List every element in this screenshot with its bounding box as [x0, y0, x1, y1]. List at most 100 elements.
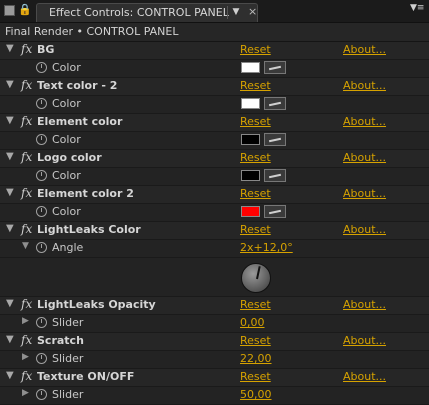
panel-menu-icon[interactable]: ▼≡ — [410, 3, 424, 13]
expand-triangle-icon[interactable]: ▼ — [6, 298, 14, 309]
effect-name: LightLeaks Color — [37, 223, 141, 236]
color-swatch[interactable] — [241, 206, 260, 217]
property-row: ▼ Angle 2x+12,0° — [0, 240, 429, 258]
expand-triangle-icon[interactable]: ▼ — [6, 187, 14, 198]
expand-triangle-icon[interactable]: ▼ — [22, 241, 29, 251]
breadcrumb-text: Final Render • CONTROL PANEL — [5, 25, 179, 38]
effect-name: Scratch — [37, 334, 84, 347]
reset-link[interactable]: Reset — [240, 115, 271, 128]
expand-triangle-icon[interactable]: ▼ — [6, 223, 14, 234]
fx-toggle-icon[interactable]: fx — [21, 150, 32, 164]
reset-link[interactable]: Reset — [240, 298, 271, 311]
stopwatch-icon[interactable] — [36, 170, 47, 181]
fx-toggle-icon[interactable]: fx — [21, 222, 32, 236]
effect-row: ▼ fx Texture ON/OFF Reset About... — [0, 369, 429, 387]
eyedropper-icon[interactable] — [264, 205, 286, 218]
expand-triangle-icon[interactable]: ▼ — [6, 115, 14, 126]
eyedropper-icon[interactable] — [264, 97, 286, 110]
fx-toggle-icon[interactable]: fx — [21, 114, 32, 128]
stopwatch-icon[interactable] — [36, 317, 47, 328]
stopwatch-icon[interactable] — [36, 62, 47, 73]
reset-link[interactable]: Reset — [240, 43, 271, 56]
effect-row: ▼ fx LightLeaks Opacity Reset About... — [0, 297, 429, 315]
stopwatch-icon[interactable] — [36, 134, 47, 145]
stopwatch-icon[interactable] — [36, 353, 47, 364]
property-name: Color — [52, 133, 81, 146]
effect-row: ▼ fx Element color Reset About... — [0, 114, 429, 132]
eyedropper-icon[interactable] — [264, 61, 286, 74]
lock-icon[interactable]: 🔒 — [18, 4, 32, 16]
about-link[interactable]: About... — [343, 115, 386, 128]
reset-link[interactable]: Reset — [240, 187, 271, 200]
fx-toggle-icon[interactable]: fx — [21, 78, 32, 92]
stopwatch-icon[interactable] — [36, 206, 47, 217]
reset-link[interactable]: Reset — [240, 79, 271, 92]
property-name: Slider — [52, 388, 84, 401]
property-row: ▶ Slider 22,00 — [0, 351, 429, 369]
effect-name: Logo color — [37, 151, 102, 164]
about-link[interactable]: About... — [343, 298, 386, 311]
collapse-triangle-icon[interactable]: ▶ — [22, 388, 29, 398]
effect-row: ▼ fx Text color - 2 Reset About... — [0, 78, 429, 96]
expand-triangle-icon[interactable]: ▼ — [6, 151, 14, 162]
about-link[interactable]: About... — [343, 370, 386, 383]
breadcrumb: Final Render • CONTROL PANEL — [0, 23, 429, 42]
property-row: Color — [0, 96, 429, 114]
about-link[interactable]: About... — [343, 79, 386, 92]
effect-name: Element color — [37, 115, 123, 128]
angle-dial-row — [0, 258, 429, 297]
collapse-triangle-icon[interactable]: ▶ — [22, 352, 29, 362]
effect-name: Texture ON/OFF — [37, 370, 135, 383]
tab-effect-controls[interactable]: Effect Controls: CONTROL PANEL ▼ × — [36, 3, 258, 22]
about-link[interactable]: About... — [343, 43, 386, 56]
fx-toggle-icon[interactable]: fx — [21, 333, 32, 347]
property-name: Slider — [52, 316, 84, 329]
reset-link[interactable]: Reset — [240, 334, 271, 347]
tab-close-icon[interactable]: × — [248, 5, 257, 18]
effect-name: Element color 2 — [37, 187, 134, 200]
property-name: Color — [52, 205, 81, 218]
property-name: Color — [52, 169, 81, 182]
fx-toggle-icon[interactable]: fx — [21, 369, 32, 383]
about-link[interactable]: About... — [343, 223, 386, 236]
fx-toggle-icon[interactable]: fx — [21, 42, 32, 56]
expand-triangle-icon[interactable]: ▼ — [6, 370, 14, 381]
tab-label: Effect Controls: CONTROL PANEL — [49, 6, 229, 19]
expand-triangle-icon[interactable]: ▼ — [6, 79, 14, 90]
property-name: Color — [52, 97, 81, 110]
expand-triangle-icon[interactable]: ▼ — [6, 43, 14, 54]
eyedropper-icon[interactable] — [264, 169, 286, 182]
effect-name: LightLeaks Opacity — [37, 298, 156, 311]
reset-link[interactable]: Reset — [240, 223, 271, 236]
about-link[interactable]: About... — [343, 187, 386, 200]
effect-row: ▼ fx Logo color Reset About... — [0, 150, 429, 168]
about-link[interactable]: About... — [343, 334, 386, 347]
color-swatch[interactable] — [241, 62, 260, 73]
eyedropper-icon[interactable] — [264, 133, 286, 146]
color-swatch[interactable] — [241, 98, 260, 109]
panel-tab-bar: 🔒 Effect Controls: CONTROL PANEL ▼ × ▼≡ — [0, 0, 429, 23]
angle-value[interactable]: 2x+12,0° — [240, 241, 293, 254]
reset-link[interactable]: Reset — [240, 370, 271, 383]
panel-close-box[interactable] — [4, 5, 15, 16]
effect-row: ▼ fx Element color 2 Reset About... — [0, 186, 429, 204]
stopwatch-icon[interactable] — [36, 98, 47, 109]
stopwatch-icon[interactable] — [36, 389, 47, 400]
tab-dropdown-icon[interactable]: ▼ — [227, 6, 244, 19]
slider-value[interactable]: 0,00 — [240, 316, 265, 329]
slider-value[interactable]: 50,00 — [240, 388, 272, 401]
angle-dial[interactable] — [241, 263, 271, 293]
stopwatch-icon[interactable] — [36, 242, 47, 253]
property-row: Color — [0, 168, 429, 186]
effect-name: Text color - 2 — [37, 79, 118, 92]
effect-name: BG — [37, 43, 55, 56]
reset-link[interactable]: Reset — [240, 151, 271, 164]
fx-toggle-icon[interactable]: fx — [21, 186, 32, 200]
slider-value[interactable]: 22,00 — [240, 352, 272, 365]
color-swatch[interactable] — [241, 170, 260, 181]
about-link[interactable]: About... — [343, 151, 386, 164]
fx-toggle-icon[interactable]: fx — [21, 297, 32, 311]
expand-triangle-icon[interactable]: ▼ — [6, 334, 14, 345]
collapse-triangle-icon[interactable]: ▶ — [22, 316, 29, 326]
color-swatch[interactable] — [241, 134, 260, 145]
